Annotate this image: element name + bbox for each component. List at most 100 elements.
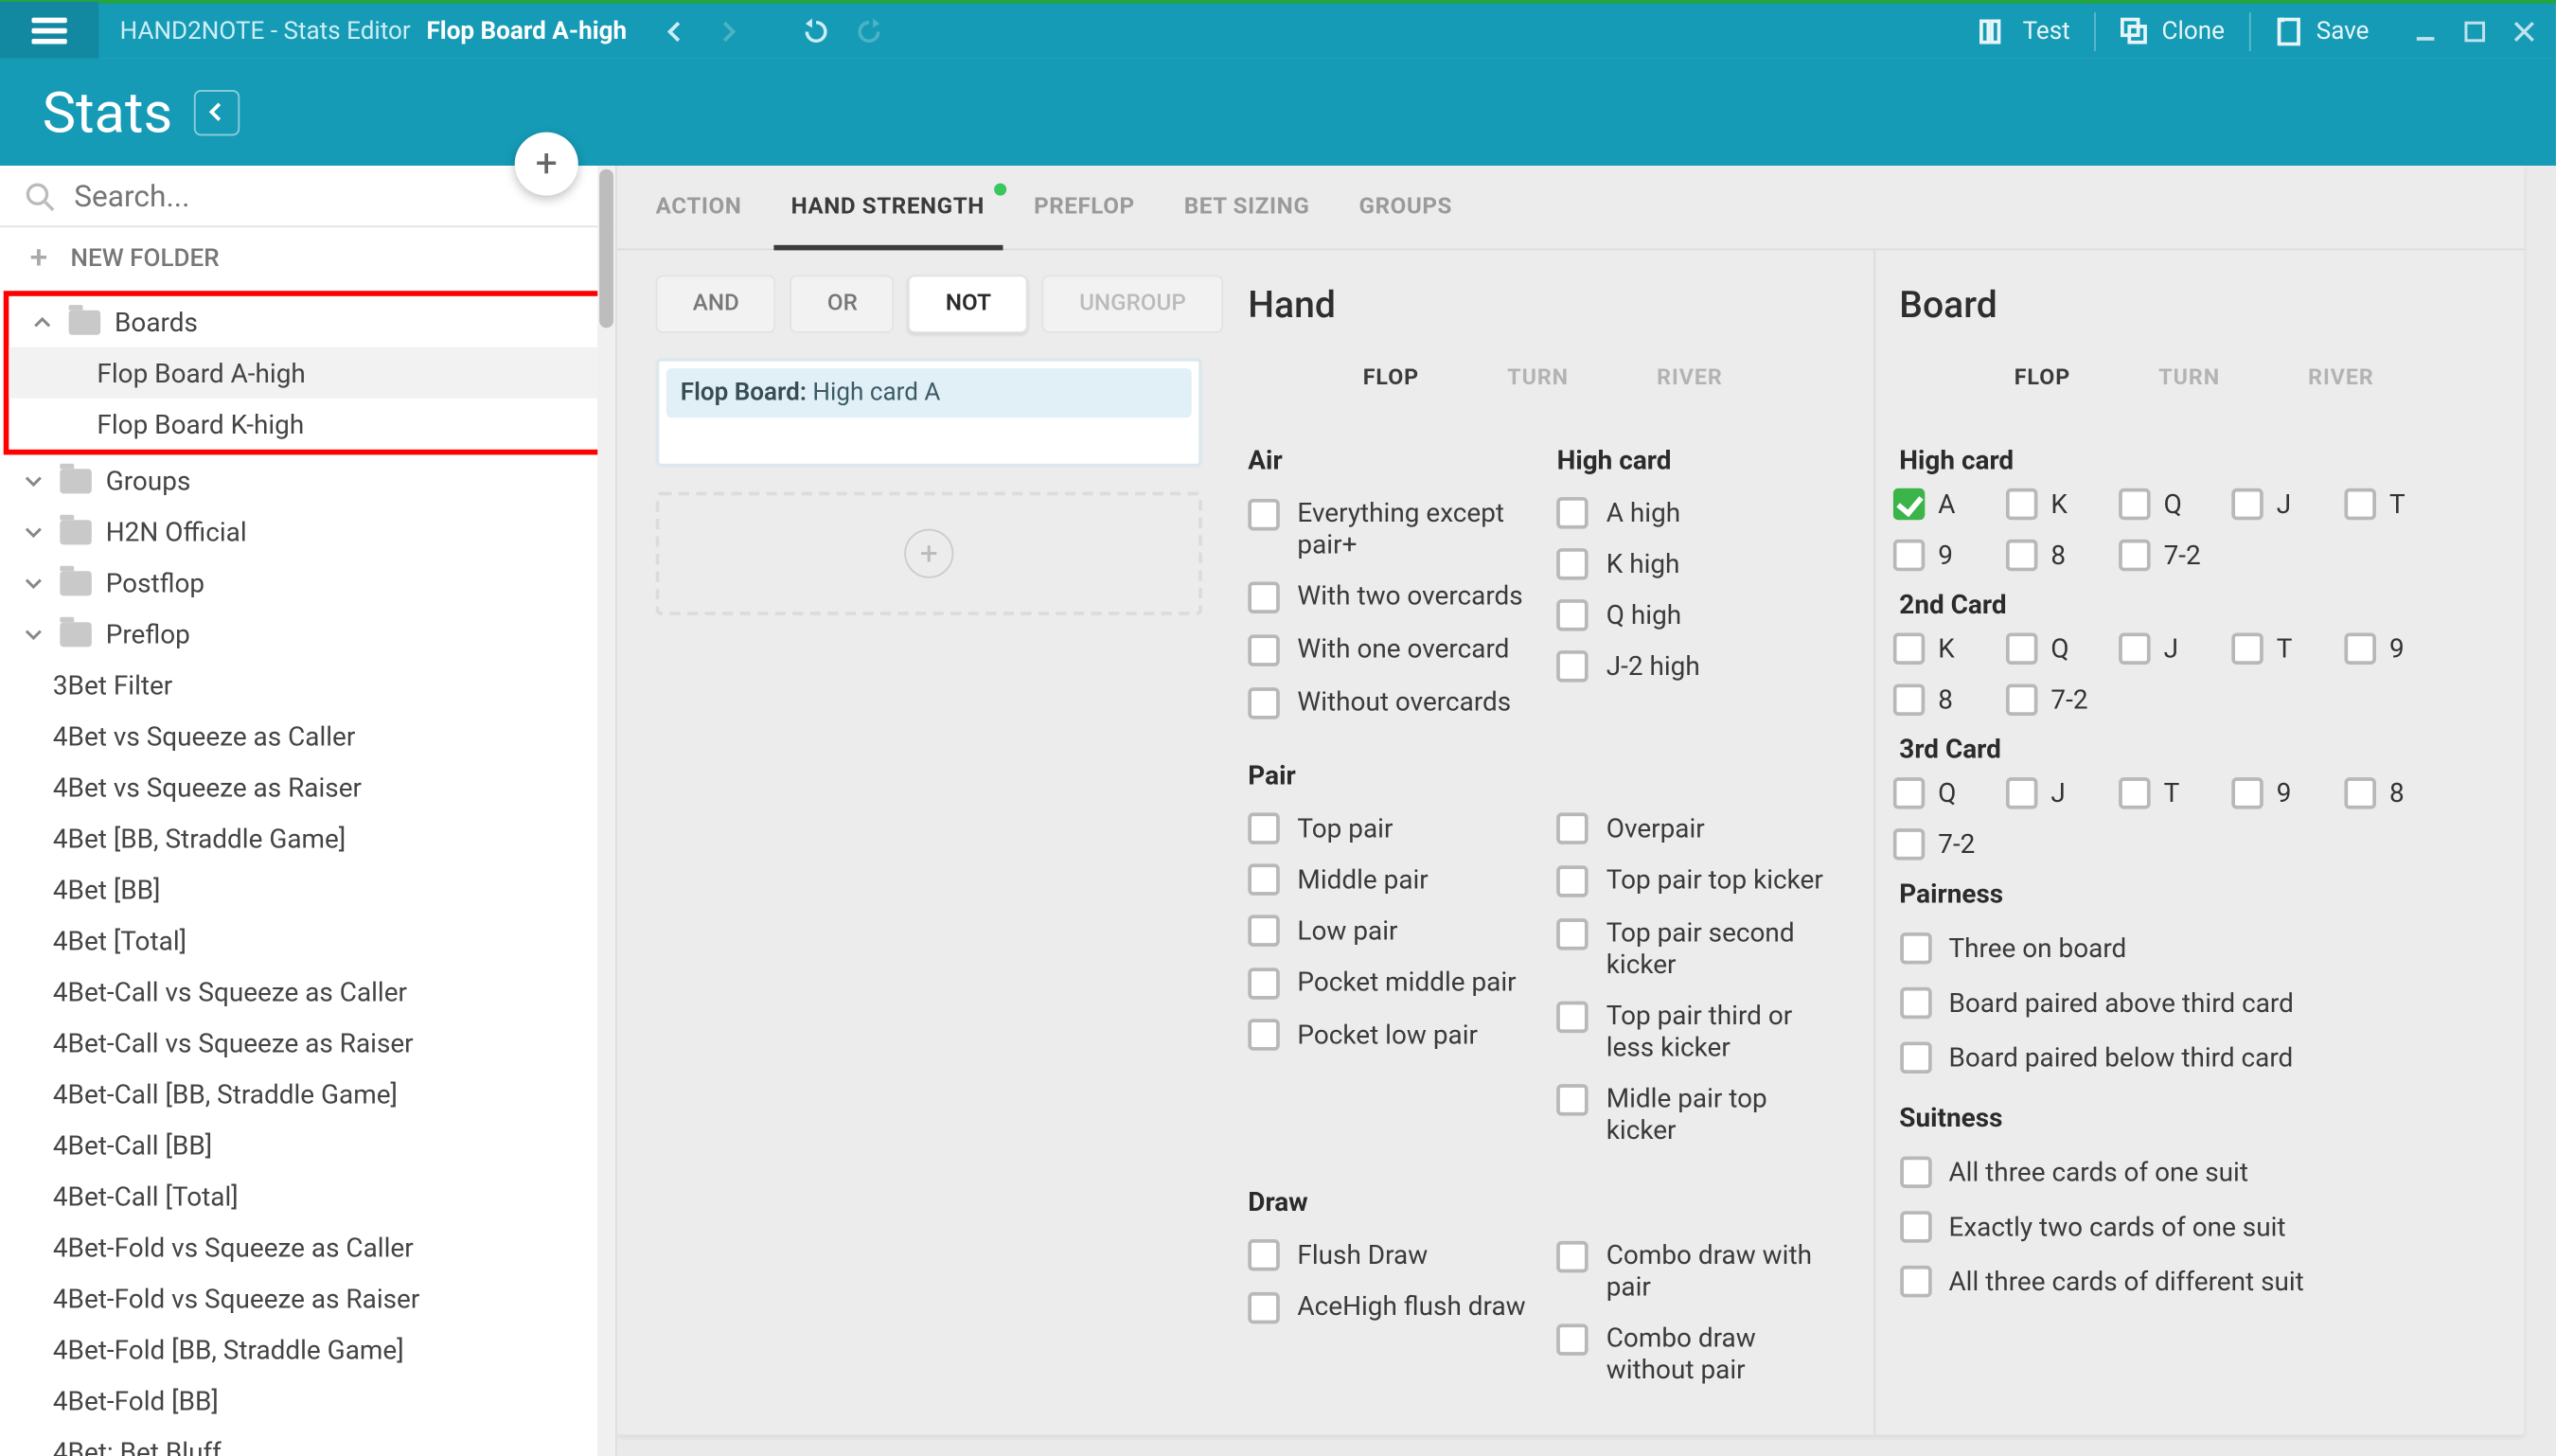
list-item[interactable]: 4Bet-Call [BB, Straddle Game] (53, 1068, 615, 1119)
chk-air-1[interactable]: With two overcards (1241, 569, 1535, 622)
sidebar-folder-groups[interactable]: Groups (0, 454, 615, 506)
subtab-board-flop[interactable]: FLOP (2015, 364, 2070, 391)
list-item[interactable]: 4Bet [Total] (53, 914, 615, 966)
card-c3-J[interactable]: J (2005, 775, 2103, 808)
list-item[interactable]: 4Bet vs Squeeze as Caller (53, 710, 615, 761)
chk-pair-r3[interactable]: Top pair third or less kicker (1550, 989, 1844, 1073)
chk-pairness-0[interactable]: Three on board (1892, 920, 2496, 975)
subtab-board-river[interactable]: RIVER (2308, 364, 2374, 391)
card-c3-T[interactable]: T (2118, 775, 2216, 808)
card-c2-72[interactable]: 7-2 (2005, 683, 2103, 716)
list-item[interactable]: 4Bet-Call [BB] (53, 1119, 615, 1170)
chk-draw-r0[interactable]: Combo draw with pair (1550, 1229, 1844, 1312)
chk-air-0[interactable]: Everything except pair+ (1241, 487, 1535, 570)
redo-button[interactable] (842, 2, 895, 60)
chk-pairness-2[interactable]: Board paired below third card (1892, 1029, 2496, 1084)
list-item[interactable]: 4Bet-Call [Total] (53, 1170, 615, 1221)
card-high-J[interactable]: J (2230, 487, 2329, 520)
list-item[interactable]: 4Bet-Fold vs Squeeze as Caller (53, 1221, 615, 1272)
sidebar-item-flop-k-high[interactable]: Flop Board K-high (9, 399, 602, 450)
nav-back-button[interactable] (648, 2, 701, 60)
chk-pair-r1[interactable]: Top pair top kicker (1550, 853, 1844, 906)
chk-suit-1[interactable]: Exactly two cards of one suit (1892, 1199, 2496, 1253)
card-c2-K[interactable]: K (1892, 631, 1991, 665)
card-high-A[interactable]: A (1892, 487, 1991, 520)
card-c3-72[interactable]: 7-2 (1892, 826, 1991, 860)
chk-pair-l4[interactable]: Pocket low pair (1241, 1008, 1535, 1059)
chk-draw-l1[interactable]: AceHigh flush draw (1241, 1280, 1535, 1333)
search-input[interactable] (74, 180, 587, 215)
op-and-button[interactable]: AND (656, 275, 776, 332)
add-stat-fab[interactable]: + (515, 133, 578, 196)
minimize-button[interactable] (2411, 17, 2440, 45)
close-button[interactable] (2510, 17, 2538, 45)
list-item[interactable]: 4Bet vs Squeeze as Raiser (53, 761, 615, 812)
op-ungroup-button[interactable]: UNGROUP (1042, 275, 1223, 332)
clone-button[interactable]: Clone (2097, 2, 2249, 60)
undo-button[interactable] (789, 2, 842, 60)
tab-bet-sizing[interactable]: BET SIZING (1184, 166, 1310, 249)
save-button[interactable]: Save (2251, 2, 2394, 60)
chk-pair-l0[interactable]: Top pair (1241, 802, 1535, 853)
card-c2-9[interactable]: 9 (2344, 631, 2442, 665)
test-button[interactable]: Test (1956, 2, 2095, 60)
list-item[interactable]: 4Bet-Call vs Squeeze as Caller (53, 966, 615, 1017)
list-item[interactable]: 3Bet Filter (53, 659, 615, 710)
chk-pair-r2[interactable]: Top pair second kicker (1550, 906, 1844, 989)
list-item[interactable]: 4Bet [BB] (53, 863, 615, 914)
list-item[interactable]: 4Bet [BB, Straddle Game] (53, 812, 615, 863)
tab-groups[interactable]: GROUPS (1359, 166, 1453, 249)
list-item[interactable]: 4Bet-Call vs Squeeze as Raiser (53, 1017, 615, 1068)
chk-air-3[interactable]: Without overcards (1241, 675, 1535, 728)
card-high-K[interactable]: K (2005, 487, 2103, 520)
card-c3-8[interactable]: 8 (2344, 775, 2442, 808)
card-high-9[interactable]: 9 (1892, 538, 1991, 571)
chk-pair-r0[interactable]: Overpair (1550, 802, 1844, 853)
chk-suit-2[interactable]: All three cards of different suit (1892, 1253, 2496, 1308)
new-folder-button[interactable]: + NEW FOLDER (0, 227, 615, 291)
card-high-72[interactable]: 7-2 (2118, 538, 2216, 571)
tab-preflop[interactable]: PREFLOP (1034, 166, 1135, 249)
maximize-button[interactable] (2460, 17, 2489, 45)
condition-card[interactable]: Flop Board: High card A (656, 358, 1202, 467)
chk-air-2[interactable]: With one overcard (1241, 622, 1535, 675)
sidebar-folder-preflop[interactable]: Preflop (0, 608, 615, 659)
sidebar-folder-boards[interactable]: Boards (9, 296, 602, 347)
chk-pairness-1[interactable]: Board paired above third card (1892, 975, 2496, 1030)
card-c2-T[interactable]: T (2230, 631, 2329, 665)
tab-action[interactable]: ACTION (656, 166, 742, 249)
add-condition-card[interactable]: + (656, 491, 1202, 614)
condition-chip[interactable]: Flop Board: High card A (666, 368, 1192, 417)
op-or-button[interactable]: OR (790, 275, 895, 332)
chk-draw-r1[interactable]: Combo draw without pair (1550, 1311, 1844, 1394)
op-not-button[interactable]: NOT (909, 275, 1028, 332)
nav-forward-button[interactable] (701, 2, 754, 60)
sidebar-folder-postflop[interactable]: Postflop (0, 557, 615, 608)
chk-pair-l3[interactable]: Pocket middle pair (1241, 955, 1535, 1008)
chk-draw-l0[interactable]: Flush Draw (1241, 1229, 1535, 1280)
chk-high-3[interactable]: J-2 high (1550, 640, 1844, 691)
chk-pair-l1[interactable]: Middle pair (1241, 853, 1535, 904)
card-c2-Q[interactable]: Q (2005, 631, 2103, 665)
subtab-hand-flop[interactable]: FLOP (1363, 364, 1419, 391)
list-item[interactable]: 4Bet: Bet Bluff (53, 1426, 615, 1456)
subtab-hand-turn[interactable]: TURN (1507, 364, 1569, 391)
stats-back-button[interactable] (194, 89, 240, 134)
chk-high-1[interactable]: K high (1550, 538, 1844, 589)
card-c3-Q[interactable]: Q (1892, 775, 1991, 808)
sidebar-scrollbar[interactable] (597, 166, 615, 1456)
chk-suit-0[interactable]: All three cards of one suit (1892, 1144, 2496, 1199)
chk-high-2[interactable]: Q high (1550, 589, 1844, 640)
tab-hand-strength[interactable]: HAND STRENGTH (791, 166, 985, 249)
list-item[interactable]: 4Bet-Fold [BB, Straddle Game] (53, 1323, 615, 1375)
card-c2-J[interactable]: J (2118, 631, 2216, 665)
subtab-hand-river[interactable]: RIVER (1657, 364, 1723, 391)
subtab-board-turn[interactable]: TURN (2158, 364, 2220, 391)
sidebar-folder-h2n[interactable]: H2N Official (0, 506, 615, 557)
card-high-T[interactable]: T (2344, 487, 2442, 520)
card-high-Q[interactable]: Q (2118, 487, 2216, 520)
chk-pair-r4[interactable]: Midle pair top kicker (1550, 1072, 1844, 1155)
list-item[interactable]: 4Bet-Fold vs Squeeze as Raiser (53, 1272, 615, 1323)
card-high-8[interactable]: 8 (2005, 538, 2103, 571)
chk-pair-l2[interactable]: Low pair (1241, 904, 1535, 955)
